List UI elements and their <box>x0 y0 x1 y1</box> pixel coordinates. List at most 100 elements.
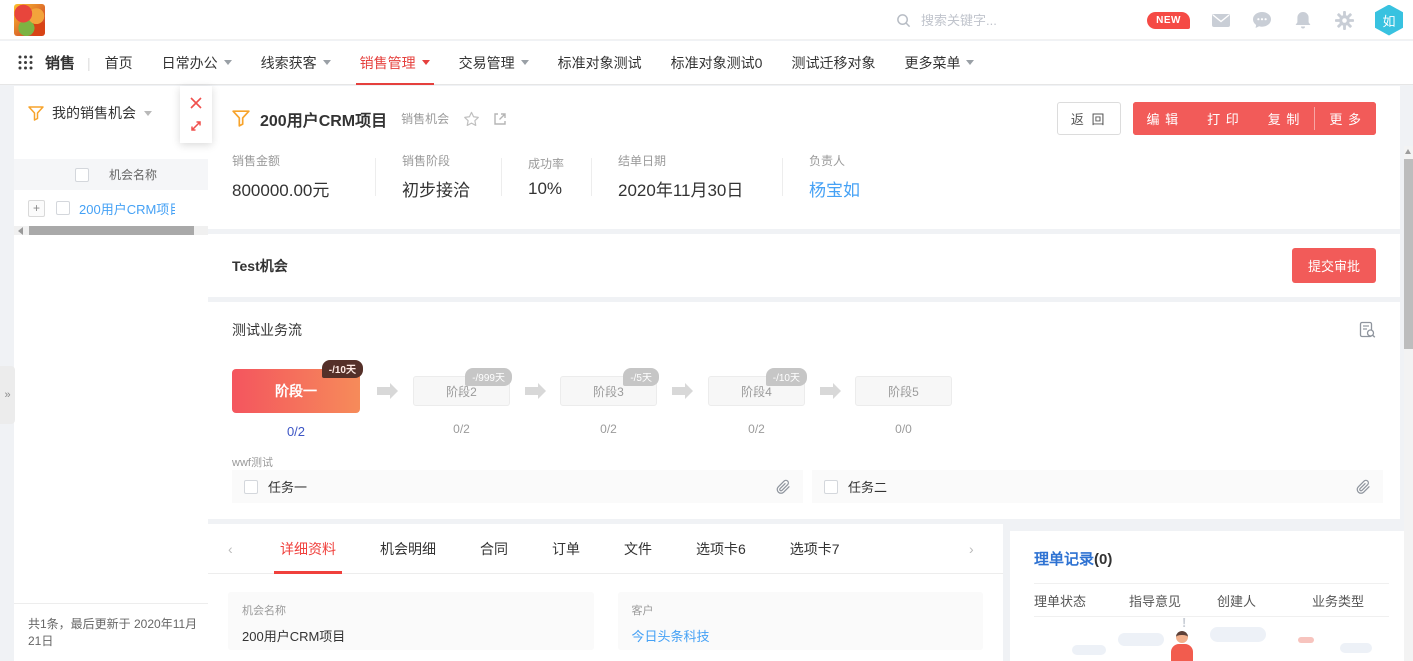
tab-option6[interactable]: 选项卡6 <box>690 524 752 574</box>
more-button[interactable]: 更 多 <box>1315 102 1376 135</box>
nav-item-standard-object-test[interactable]: 标准对象测试 <box>558 41 642 85</box>
horizontal-scrollbar[interactable] <box>14 226 208 235</box>
mail-icon[interactable] <box>1211 10 1231 30</box>
nav-item-more-menu[interactable]: 更多菜单 <box>904 41 974 85</box>
scroll-left-arrow[interactable] <box>18 227 23 235</box>
sidebar-title[interactable]: 我的销售机会 <box>52 103 136 123</box>
paperclip-icon[interactable] <box>1356 479 1371 495</box>
chat-icon[interactable] <box>1252 10 1272 30</box>
tab-option7[interactable]: 选项卡7 <box>784 524 846 574</box>
tabs-scroll-right-icon[interactable]: › <box>969 541 983 557</box>
select-all-checkbox[interactable] <box>75 168 89 182</box>
task-checkbox[interactable] <box>244 480 258 494</box>
task-label[interactable]: 任务二 <box>848 477 887 496</box>
edit-button[interactable]: 编 辑 <box>1133 102 1194 135</box>
nav-item-standard-object-test0[interactable]: 标准对象测试0 <box>671 41 763 85</box>
search-input[interactable] <box>921 13 1101 28</box>
task-label[interactable]: 任务一 <box>268 477 307 496</box>
tabs-scroll-left-icon[interactable]: ‹ <box>228 541 242 557</box>
stage-3[interactable]: 阶段3 -/5天 <box>560 376 657 406</box>
chevron-down-icon[interactable] <box>144 111 152 116</box>
tab-detail-info[interactable]: 详细资料 <box>274 524 342 574</box>
user-avatar[interactable]: 如 <box>1375 5 1403 36</box>
close-icon[interactable] <box>189 96 203 110</box>
record-panel-title: 理单记录 <box>1034 551 1094 568</box>
field-opportunity-name: 机会名称 200用户CRM项目 <box>228 592 594 650</box>
empty-state-illustration: ! <box>1010 615 1413 661</box>
tab-files[interactable]: 文件 <box>618 524 658 574</box>
tab-contracts[interactable]: 合同 <box>474 524 514 574</box>
stage-1[interactable]: 阶段一 -/10天 <box>232 369 360 413</box>
back-button[interactable]: 返 回 <box>1057 102 1121 135</box>
task-row-1: 任务一 <box>232 470 803 503</box>
column-header-name: 机会名称 <box>109 166 157 183</box>
panel-popup-toolbar <box>180 86 212 143</box>
horizontal-scroll-thumb[interactable] <box>29 226 194 235</box>
customer-link[interactable]: 今日头条科技 <box>632 626 970 645</box>
list-header-row: 机会名称 <box>14 159 208 190</box>
task-row-2: 任务二 <box>812 470 1383 503</box>
exclamation-icon: ! <box>1182 615 1186 630</box>
gear-icon[interactable] <box>1334 10 1354 30</box>
record-table-header: 理单状态 指导意见 创建人 业务类型 <box>1034 583 1389 617</box>
row-checkbox[interactable] <box>56 201 70 215</box>
chevron-down-icon <box>422 60 430 65</box>
empty-person-figure <box>1176 631 1188 643</box>
nav-item-daily-office[interactable]: 日常办公 <box>162 41 232 85</box>
paperclip-icon[interactable] <box>776 479 791 495</box>
bell-icon[interactable] <box>1293 10 1313 30</box>
copy-button[interactable]: 复 制 <box>1254 102 1315 135</box>
nav-item-lead-acquisition[interactable]: 线索获客 <box>261 41 331 85</box>
tab-bar: ‹ 详细资料 机会明细 合同 订单 文件 选项卡6 选项卡7 › <box>208 524 1003 574</box>
print-button[interactable]: 打 印 <box>1193 102 1254 135</box>
chevron-down-icon <box>521 60 529 65</box>
nav-separator: | <box>87 55 91 71</box>
nav-item-migration-test[interactable]: 测试迁移对象 <box>791 41 875 85</box>
nav-item-sales-management[interactable]: 销售管理 <box>360 41 430 85</box>
field-close-date: 结单日期 2020年11月30日 <box>618 152 782 201</box>
sidebar-collapse-handle[interactable]: » <box>0 366 15 424</box>
stage-2[interactable]: 阶段2 -/999天 <box>413 376 510 406</box>
opportunity-link[interactable]: 200用户CRM项目 <box>79 199 175 218</box>
workflow-title: 测试业务流 <box>232 320 302 340</box>
stage-2-task-count: 0/2 <box>413 422 510 436</box>
nav-item-trade-management[interactable]: 交易管理 <box>459 41 529 85</box>
chevron-down-icon <box>224 60 232 65</box>
tab-opportunity-lines[interactable]: 机会明细 <box>374 524 442 574</box>
share-icon[interactable] <box>492 111 508 127</box>
field-success-rate: 成功率 10% <box>528 155 591 199</box>
submit-approval-button[interactable]: 提交审批 <box>1292 248 1376 283</box>
opportunity-list-panel: 我的销售机会 机会名称 + 200用户CRM项目 共1条，最后更新于 2020年… <box>14 86 208 661</box>
list-footer-status: 共1条，最后更新于 2020年11月21日 <box>14 603 208 661</box>
global-search[interactable] <box>893 8 1113 32</box>
audit-log-icon[interactable] <box>1359 321 1376 339</box>
apps-grid-icon[interactable] <box>18 55 33 70</box>
list-item[interactable]: + 200用户CRM项目 <box>14 190 208 226</box>
stage-3-task-count: 0/2 <box>560 422 657 436</box>
chevron-down-icon <box>966 60 974 65</box>
stage-flow: 阶段一 -/10天 阶段2 -/999天 阶段3 -/5天 阶段4 -/10天 … <box>208 360 1400 440</box>
nav-item-home[interactable]: 首页 <box>105 41 133 85</box>
expand-row-button[interactable]: + <box>28 200 45 217</box>
expand-diagonal-icon[interactable] <box>189 119 203 133</box>
detail-tabs-card: ‹ 详细资料 机会明细 合同 订单 文件 选项卡6 选项卡7 › 机会名称 20… <box>208 524 1003 661</box>
approval-title: Test机会 <box>232 256 288 276</box>
new-badge[interactable]: NEW <box>1147 12 1190 29</box>
top-bar: NEW 如 <box>0 0 1413 40</box>
scroll-up-arrow[interactable] <box>1405 149 1411 154</box>
stage-4[interactable]: 阶段4 -/10天 <box>708 376 805 406</box>
vertical-scroll-thumb[interactable] <box>1404 159 1413 349</box>
star-icon[interactable] <box>463 111 480 127</box>
stage-1-task-count: 0/2 <box>232 424 360 439</box>
app-logo[interactable] <box>14 4 45 36</box>
vertical-scrollbar[interactable] <box>1404 146 1413 661</box>
arrow-right-icon <box>820 387 833 395</box>
task-checkbox[interactable] <box>824 480 838 494</box>
stage-5[interactable]: 阶段5 <box>855 376 952 406</box>
stage-2-days-badge: -/999天 <box>465 368 512 386</box>
owner-link[interactable]: 杨宝如 <box>809 176 860 201</box>
field-sales-amount: 销售金额 800000.00元 <box>232 152 375 201</box>
info-fields: 机会名称 200用户CRM项目 客户 今日头条科技 <box>208 574 1003 650</box>
approval-card: Test机会 提交审批 <box>208 234 1400 297</box>
tab-orders[interactable]: 订单 <box>546 524 586 574</box>
